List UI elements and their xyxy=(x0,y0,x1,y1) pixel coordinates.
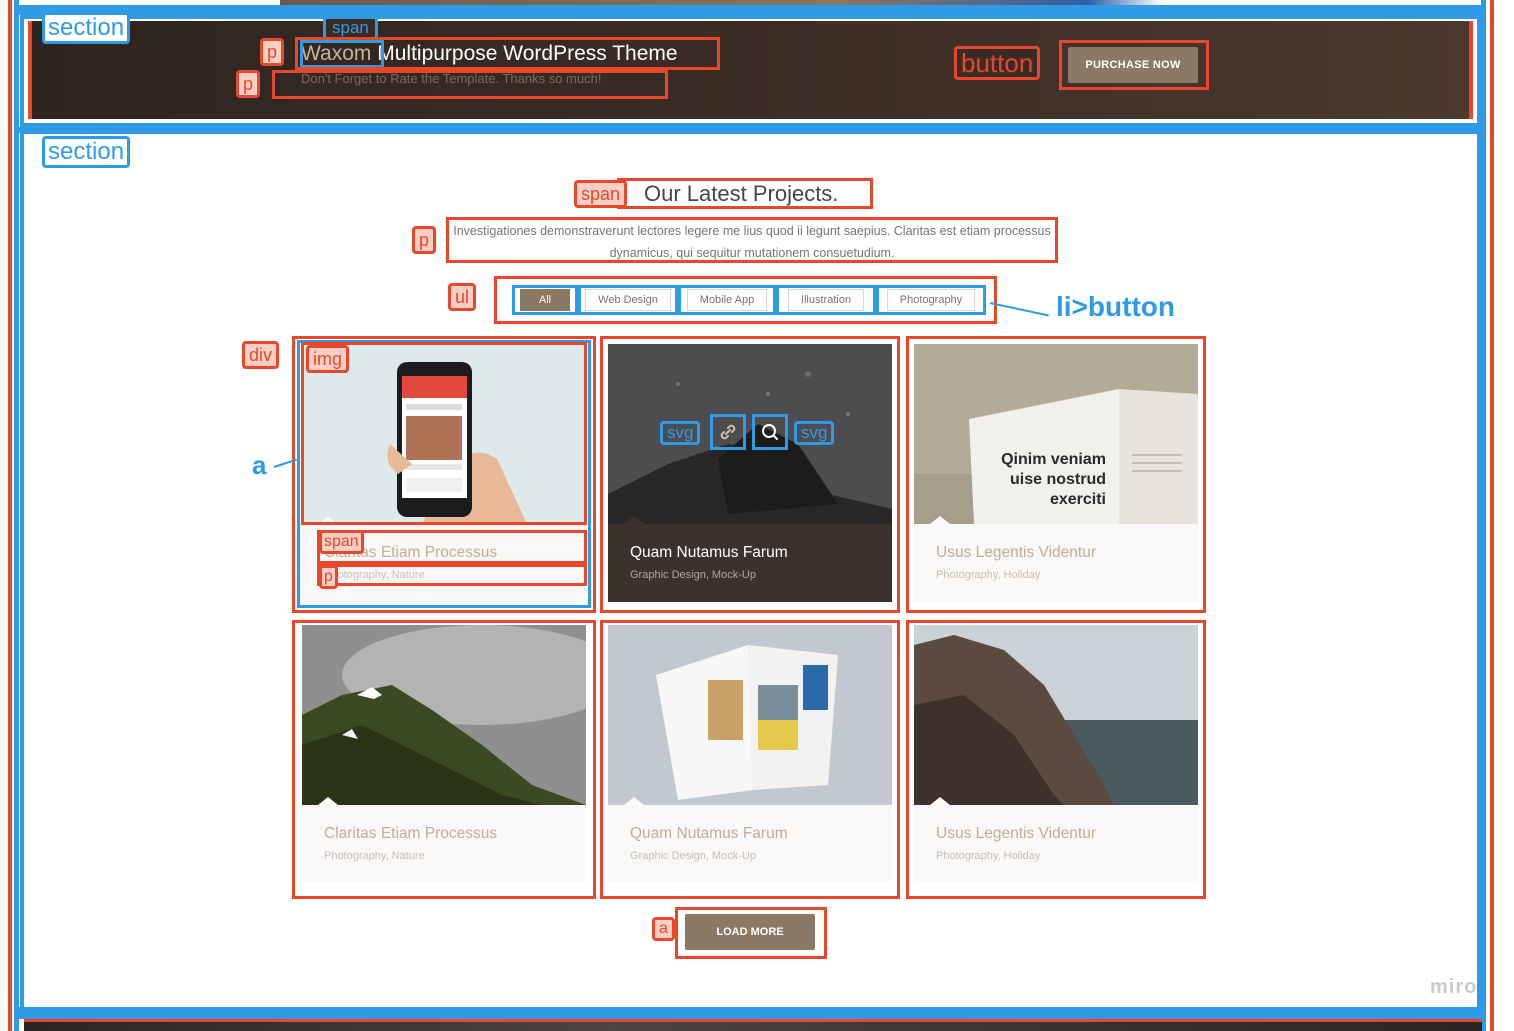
filter-photography-label: Photography xyxy=(886,289,976,311)
annotated-page: section Waxom Multipurpose WordPress The… xyxy=(0,0,1514,1031)
section-label-projects: section xyxy=(42,136,131,168)
filter-mobile-app[interactable]: Mobile App xyxy=(678,285,776,315)
button-label: button xyxy=(954,46,1041,80)
card-2-outline xyxy=(600,336,900,613)
lead-outline xyxy=(446,217,1058,263)
card-1-p-outline xyxy=(317,564,587,586)
li-button-label: li>button xyxy=(1056,291,1175,322)
outer-frame-blue-left xyxy=(14,0,19,1031)
filter-web-design-label: Web Design xyxy=(585,289,671,311)
filter-mobile-app-label: Mobile App xyxy=(686,289,768,311)
project-filters: All Web Design Mobile App Illustration P… xyxy=(512,285,986,315)
filter-all-label: All xyxy=(519,289,571,311)
miro-watermark: miro xyxy=(1430,976,1478,998)
section-divider-top xyxy=(14,5,1486,15)
filter-all[interactable]: All xyxy=(512,285,578,315)
span-card-label: span xyxy=(319,530,364,554)
title-p-label: p xyxy=(260,38,285,66)
next-section-strip xyxy=(24,1019,1482,1031)
filter-illustration[interactable]: Illustration xyxy=(776,285,876,315)
p-card-label: p xyxy=(319,565,338,589)
filter-photography[interactable]: Photography xyxy=(876,285,986,315)
card-6-outline xyxy=(906,620,1206,899)
card-5-outline xyxy=(600,620,900,899)
filter-illustration-label: Illustration xyxy=(787,289,865,311)
section-label-top: section xyxy=(42,12,131,44)
filter-web-design[interactable]: Web Design xyxy=(578,285,678,315)
subtitle-p-label: p xyxy=(236,70,261,98)
subtitle-p-outline xyxy=(272,70,668,99)
heading-span-label: span xyxy=(574,180,628,208)
load-more-a-label: a xyxy=(652,917,675,941)
div-label: div xyxy=(242,341,280,369)
lead-p-label: p xyxy=(412,226,437,254)
card-3-outline xyxy=(906,336,1206,613)
heading-outline xyxy=(617,178,873,209)
section-divider-bottom xyxy=(14,1007,1486,1019)
a-label: a xyxy=(252,450,267,480)
load-more-outline xyxy=(675,907,827,959)
card-4-outline xyxy=(292,620,596,899)
img-label: img xyxy=(306,345,350,373)
purchase-button-outline xyxy=(1059,40,1209,90)
title-p-outline xyxy=(295,37,720,70)
outer-frame-blue-right xyxy=(1481,0,1486,1031)
ul-label: ul xyxy=(448,283,477,311)
